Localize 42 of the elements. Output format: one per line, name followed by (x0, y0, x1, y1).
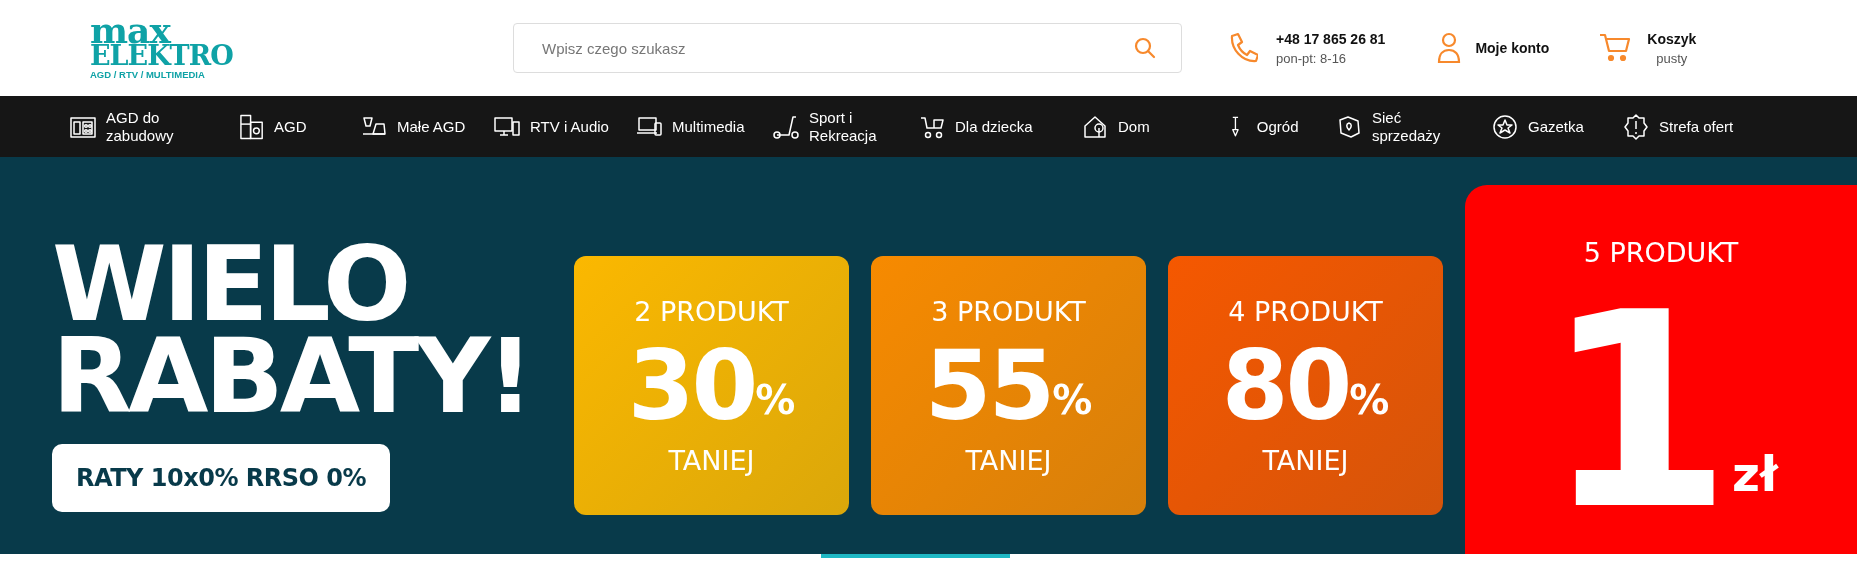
opening-hours: pon-pt: 8-16 (1276, 50, 1348, 66)
percent-sign: % (1052, 376, 1093, 423)
discount-value: 30 (627, 330, 756, 441)
category-link[interactable]: Sport i Rekreacja (809, 108, 899, 145)
category-link[interactable]: Strefa ofert (1659, 117, 1749, 136)
category-link[interactable]: RTV i Audio (530, 117, 620, 136)
cart-status: pusty (1656, 50, 1688, 66)
offer-title: 3 PRODUKT (931, 295, 1086, 327)
offer-note: TANIEJ (668, 444, 755, 476)
cart-link[interactable]: Koszyk (1647, 30, 1697, 47)
map-pin-icon[interactable] (1336, 113, 1362, 140)
percent-sign: % (755, 376, 796, 423)
category-link[interactable]: Dom (1118, 117, 1208, 136)
house-icon[interactable] (1082, 113, 1108, 140)
offer-note: TANIEJ (1262, 444, 1349, 476)
offer-title: 5 PRODUKT (1583, 237, 1739, 268)
offer-title: 4 PRODUKT (1228, 295, 1383, 327)
fridge-icon[interactable] (239, 113, 265, 140)
price-value: 1 (1544, 292, 1733, 532)
percent-sign: % (1349, 376, 1390, 423)
alert-icon[interactable] (1623, 113, 1649, 140)
installments-badge: RATY 10x0% RRSO 0% (52, 444, 391, 512)
scooter-icon[interactable] (773, 113, 799, 140)
category-link[interactable]: Małe AGD (397, 117, 487, 136)
headline: WIELO (52, 238, 408, 330)
phone-number[interactable]: +48 17 865 26 81 (1276, 30, 1386, 47)
category-link[interactable]: Gazetka (1528, 117, 1618, 136)
currency: zł (1732, 446, 1778, 502)
discount-value: 55 (924, 330, 1053, 441)
category-link[interactable]: Ogród (1256, 117, 1336, 136)
account-link[interactable]: Moje konto (1475, 40, 1550, 56)
discount-value: 80 (1221, 330, 1350, 441)
category-link[interactable]: Sieć sprzedaży (1372, 108, 1462, 145)
offer-note: TANIEJ (965, 444, 1052, 476)
promo-banner[interactable]: WIELO RABATY! RATY 10x0% RRSO 0% 2 PRODUKT 30% TANIEJ 3 PRODUKT 55% TANIEJ 4 PRODUKT 80% TANIEJ 5 PRODUKT 1 zł (0, 157, 1857, 554)
category-link[interactable]: AGD (274, 117, 361, 136)
category-link[interactable]: Multimedia (672, 117, 762, 136)
search-bar[interactable]: Wpisz czego szukasz (513, 23, 1182, 73)
category-link[interactable]: Dla dziecka (955, 117, 1045, 136)
headline: RABATY! (52, 330, 531, 422)
category-link[interactable]: AGD do zabudowy (106, 108, 196, 145)
offer-title: 2 PRODUKT (634, 295, 789, 327)
